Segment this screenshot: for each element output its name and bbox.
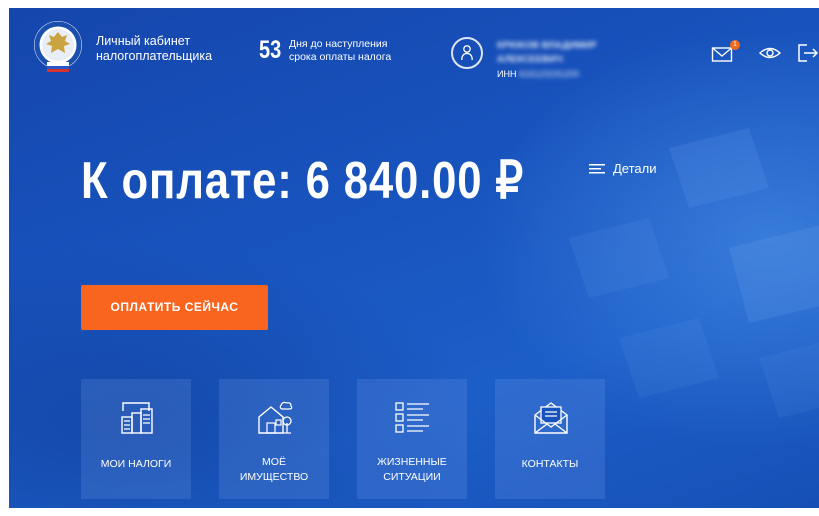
tile-my-property[interactable]: МОЁ ИМУЩЕСТВО [219, 379, 329, 499]
tile-label-line1: МОЁ [262, 456, 286, 468]
property-icon [258, 401, 293, 434]
cabinet-title[interactable]: Личный кабинет налогоплательщика [96, 34, 212, 64]
tile-label-line2: ИМУЩЕСТВО [239, 471, 309, 483]
user-icon [461, 45, 473, 61]
eye-icon [758, 47, 782, 59]
cabinet-title-line2: налогоплательщика [96, 49, 213, 63]
tile-label: КОНТАКТЫ [521, 458, 579, 470]
days-caption-line2: срока оплаты налога [289, 51, 392, 63]
inn-value: 616123191200 [519, 69, 580, 79]
days-caption-line1: Дня до наступления [289, 38, 388, 50]
pay-now-button[interactable]: ОПЛАТИТЬ СЕЙЧАС [81, 285, 268, 330]
cabinet-title-line1: Личный кабинет [96, 34, 191, 48]
tile-contacts[interactable]: КОНТАКТЫ [495, 379, 605, 499]
avatar[interactable] [451, 37, 483, 69]
logout-button[interactable] [797, 43, 819, 63]
user-name-line2: Алексеевич [497, 54, 563, 65]
details-label: Детали [613, 161, 657, 176]
tile-label: МОИ НАЛОГИ [100, 458, 172, 470]
user-name[interactable]: Крюков Владимир Алексеевич [497, 39, 597, 67]
tile-label: ЖИЗНЕННЫЕ СИТУАЦИИ [357, 455, 467, 485]
menu-lines-icon [589, 164, 605, 174]
tile-label-line1: ЖИЗНЕННЫЕ [377, 456, 447, 468]
contacts-icon [534, 402, 568, 434]
mail-badge: 1 [730, 40, 740, 50]
user-name-line1: Крюков Владимир [497, 40, 597, 51]
tile-my-taxes[interactable]: МОИ НАЛОГИ [81, 379, 191, 499]
tile-life-situations[interactable]: ЖИЗНЕННЫЕ СИТУАЦИИ [357, 379, 467, 499]
logout-icon [798, 44, 819, 62]
taxes-icon [121, 402, 153, 434]
dashboard-frame: Личный кабинет налогоплательщика 53 Дня … [9, 8, 819, 508]
tile-label-line2: СИТУАЦИИ [383, 471, 441, 483]
list-icon [395, 402, 429, 433]
tile-label: МОЁ ИМУЩЕСТВО [219, 455, 329, 485]
amount-due-title: К оплате: 6 840.00 ₽ [81, 152, 525, 210]
days-count: 53 [259, 36, 282, 64]
days-caption: Дня до наступления срока оплаты налога [289, 38, 391, 64]
inn-label: ИНН [497, 69, 517, 79]
visibility-button[interactable] [758, 44, 782, 62]
fns-logo[interactable] [33, 18, 83, 76]
